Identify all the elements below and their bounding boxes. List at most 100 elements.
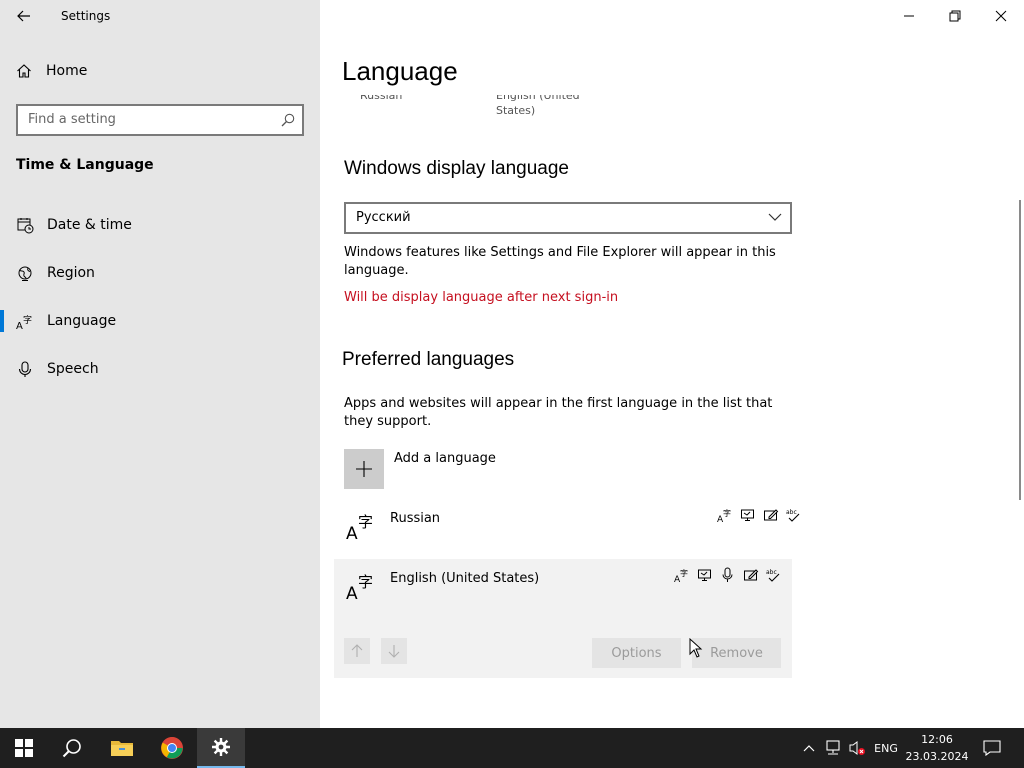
display-language-heading: Windows display language <box>344 158 569 179</box>
svg-text:字: 字 <box>358 513 373 531</box>
spell-check-icon: abc <box>786 507 802 523</box>
text-to-speech-icon <box>740 507 756 523</box>
sidebar-item-label: Date & time <box>47 217 132 233</box>
display-language-description: Windows features like Settings and File … <box>344 245 776 278</box>
minimize-icon <box>904 15 914 17</box>
clock[interactable]: 12:06 23.03.2024 <box>903 731 971 765</box>
language-row-russian[interactable]: A字 Russian A字 abc <box>334 499 800 555</box>
chevron-down-icon <box>768 213 782 221</box>
notification-icon <box>983 740 1001 756</box>
language-name: English (United States) <box>390 571 540 586</box>
back-button[interactable] <box>13 6 35 26</box>
sidebar-item-region[interactable]: Region <box>0 253 320 293</box>
language-name: Russian <box>390 511 441 526</box>
svg-text:abc: abc <box>786 509 797 516</box>
settings-icon <box>212 738 230 756</box>
sidebar: Settings Home Find a setting Time & Lang… <box>0 0 320 728</box>
preferred-languages-heading: Preferred languages <box>342 349 515 370</box>
sidebar-section-title: Time & Language <box>16 157 154 173</box>
search-input[interactable]: Find a setting <box>16 104 304 136</box>
calendar-clock-icon <box>16 216 34 234</box>
language-icon: A字 <box>346 573 373 601</box>
sidebar-home-label: Home <box>46 63 88 79</box>
svg-text:A: A <box>16 321 23 330</box>
svg-text:字: 字 <box>680 568 688 578</box>
display-language-icon: A字 <box>674 567 690 583</box>
spell-check-icon: abc <box>766 567 782 583</box>
search-placeholder: Find a setting <box>28 112 116 127</box>
sidebar-item-label: Region <box>47 265 95 281</box>
page-title: Language <box>342 56 458 86</box>
sidebar-item-date-time[interactable]: Date & time <box>0 205 320 245</box>
restore-icon <box>949 10 961 22</box>
display-language-value: Русский <box>356 210 411 225</box>
sidebar-item-label: Language <box>47 313 117 329</box>
taskbar-chrome[interactable] <box>148 728 196 768</box>
peek-language-right-line1: English (United <box>496 89 580 102</box>
sidebar-item-label: Speech <box>47 361 99 377</box>
main-content: Language Russian English (United States)… <box>320 0 1024 728</box>
svg-text:abc: abc <box>766 569 777 576</box>
start-button[interactable] <box>0 728 48 768</box>
close-icon <box>995 10 1007 22</box>
arrow-up-icon <box>351 644 363 657</box>
handwriting-icon <box>763 507 779 523</box>
svg-text:字: 字 <box>358 573 373 591</box>
move-up-button[interactable] <box>344 638 370 664</box>
preferred-languages-description: Apps and websites will appear in the fir… <box>344 396 773 429</box>
peek-language-right-line2: States) <box>496 104 536 117</box>
mouse-cursor-icon <box>689 638 703 658</box>
display-language-select[interactable]: Русский <box>344 202 792 234</box>
display-language-warning: Will be display language after next sign… <box>344 290 619 305</box>
home-icon <box>17 64 31 78</box>
svg-text:字: 字 <box>723 508 731 518</box>
svg-text:字: 字 <box>23 314 32 326</box>
file-explorer-icon <box>111 741 133 756</box>
active-indicator <box>0 310 4 332</box>
text-to-speech-icon <box>697 567 713 583</box>
sidebar-item-speech[interactable]: Speech <box>0 349 320 389</box>
add-language-label[interactable]: Add a language <box>394 451 496 466</box>
plus-icon <box>356 461 372 477</box>
scrollbar[interactable] <box>1019 200 1021 500</box>
restore-button[interactable] <box>932 0 978 32</box>
taskbar-search-button[interactable] <box>48 728 96 768</box>
remove-button[interactable]: Remove <box>692 638 781 668</box>
arrow-down-icon <box>388 645 400 658</box>
language-icon: A字 <box>346 513 373 541</box>
sidebar-item-language[interactable]: A字 Language <box>0 301 320 341</box>
svg-text:A: A <box>346 584 358 601</box>
search-icon[interactable] <box>280 112 296 128</box>
chevron-up-icon <box>803 745 815 752</box>
action-center-button[interactable] <box>978 728 1006 768</box>
clock-time: 12:06 <box>921 733 953 746</box>
peek-language-left: Russian <box>360 89 403 102</box>
display-language-icon: A字 <box>717 507 733 523</box>
microphone-icon <box>16 360 34 378</box>
globe-icon <box>16 264 34 282</box>
language-icon: A字 <box>16 312 34 330</box>
sidebar-home[interactable]: Home <box>16 63 87 79</box>
speech-recognition-icon <box>720 567 736 583</box>
show-hidden-icons-button[interactable] <box>798 728 820 768</box>
chrome-icon <box>161 737 183 759</box>
svg-text:A: A <box>346 524 358 541</box>
taskbar-settings[interactable] <box>197 728 245 768</box>
search-icon <box>62 739 81 758</box>
handwriting-icon <box>743 567 759 583</box>
back-arrow-icon <box>17 10 30 22</box>
network-icon <box>826 740 840 755</box>
volume-muted-icon <box>849 741 865 755</box>
clock-date: 23.03.2024 <box>905 750 969 763</box>
window-title: Settings <box>61 9 111 23</box>
options-button[interactable]: Options <box>592 638 681 668</box>
close-button[interactable] <box>978 0 1024 32</box>
volume-button[interactable] <box>846 728 868 768</box>
add-language-button[interactable] <box>344 449 384 489</box>
minimize-button[interactable] <box>886 0 932 32</box>
input-language-indicator[interactable]: ENG <box>870 728 902 768</box>
move-down-button[interactable] <box>381 638 407 664</box>
taskbar-file-explorer[interactable] <box>98 728 146 768</box>
start-icon <box>15 739 33 757</box>
network-status-button[interactable] <box>822 728 844 768</box>
